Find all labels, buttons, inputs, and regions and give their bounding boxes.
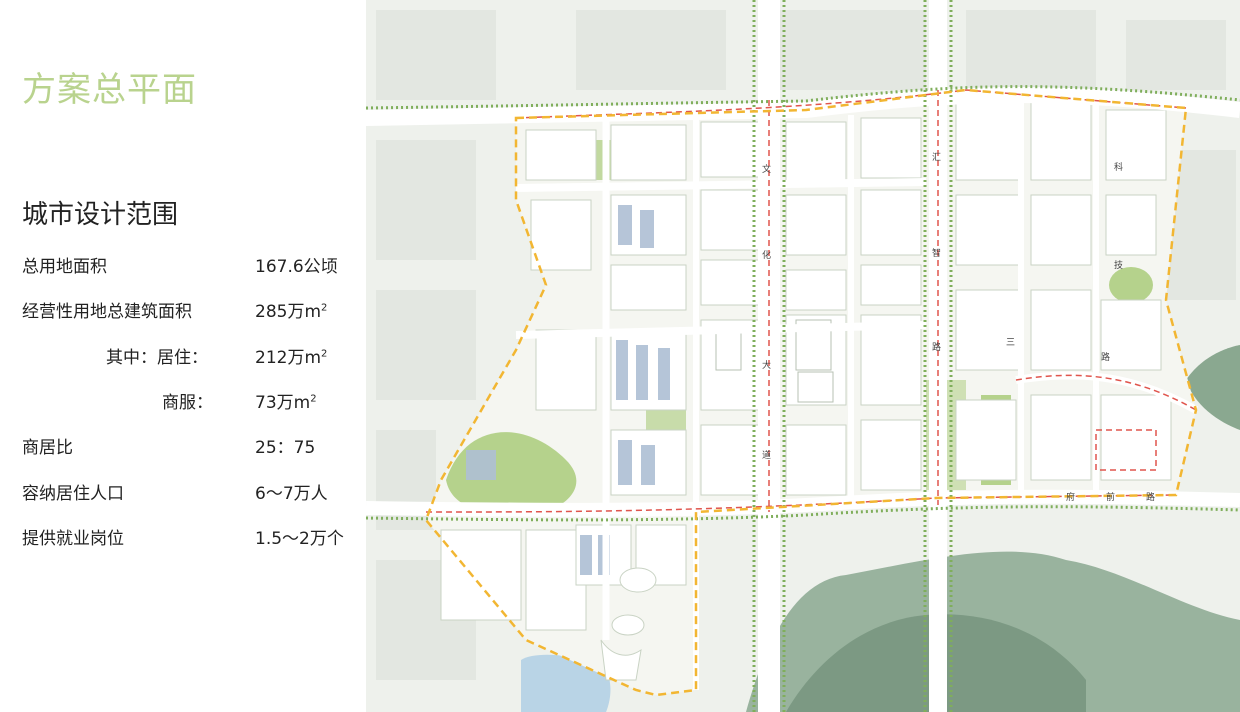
stat-value: 25：75 [255, 438, 316, 458]
stat-label: 经营性用地总建筑面积 [22, 302, 192, 322]
stat-ratio: 商居比 25：75 [22, 433, 362, 459]
svg-text:汇: 汇 [932, 152, 941, 163]
svg-text:三: 三 [1006, 338, 1015, 348]
page-title: 方案总平面 [22, 70, 197, 110]
svg-text:文: 文 [762, 163, 771, 175]
svg-text:大: 大 [762, 359, 771, 371]
stat-value: 167.6公顷 [255, 257, 338, 277]
svg-text:技: 技 [1114, 259, 1123, 271]
stat-value: 212万m2 [255, 348, 328, 368]
stat-value: 73万m2 [255, 393, 317, 413]
stat-label: 总用地面积 [22, 257, 107, 277]
svg-text:路: 路 [1101, 351, 1110, 363]
stat-label: 提供就业岗位 [22, 529, 124, 549]
info-panel: 方案总平面 城市设计范围 总用地面积 167.6公顷 经营性用地总建筑面积 28… [0, 0, 366, 712]
svg-text:化: 化 [762, 249, 771, 261]
section-title: 城市设计范围 [22, 200, 179, 230]
stat-total-area: 总用地面积 167.6公顷 [22, 252, 362, 278]
stat-jobs: 提供就业岗位 1.5～2万个 [22, 524, 362, 550]
svg-text:路: 路 [932, 341, 941, 353]
master-plan-map: 文 化 大 道 汇 智 路 科 技 三 路 府 前 路 [366, 0, 1240, 712]
stat-value: 6～7万人 [255, 484, 328, 504]
stat-label: 其中：居住： [106, 348, 208, 368]
svg-text:府: 府 [1066, 491, 1075, 503]
stat-value: 1.5～2万个 [255, 529, 344, 549]
stat-label: 商服： [162, 393, 213, 413]
stat-population: 容纳居住人口 6～7万人 [22, 479, 362, 505]
svg-text:科: 科 [1114, 161, 1123, 173]
svg-text:路: 路 [1146, 491, 1155, 503]
stat-value: 285万m2 [255, 302, 328, 322]
stat-floor-area: 经营性用地总建筑面积 285万m2 [22, 297, 362, 323]
svg-text:前: 前 [1106, 491, 1115, 503]
svg-text:道: 道 [762, 449, 771, 461]
master-plan-svg: 文 化 大 道 汇 智 路 科 技 三 路 府 前 路 [366, 0, 1240, 712]
svg-text:智: 智 [932, 247, 941, 259]
stat-residential: 其中：居住： 212万m2 [22, 343, 362, 369]
stat-commercial: 商服： 73万m2 [22, 388, 362, 414]
stat-label: 容纳居住人口 [22, 484, 124, 504]
stat-label: 商居比 [22, 438, 73, 458]
